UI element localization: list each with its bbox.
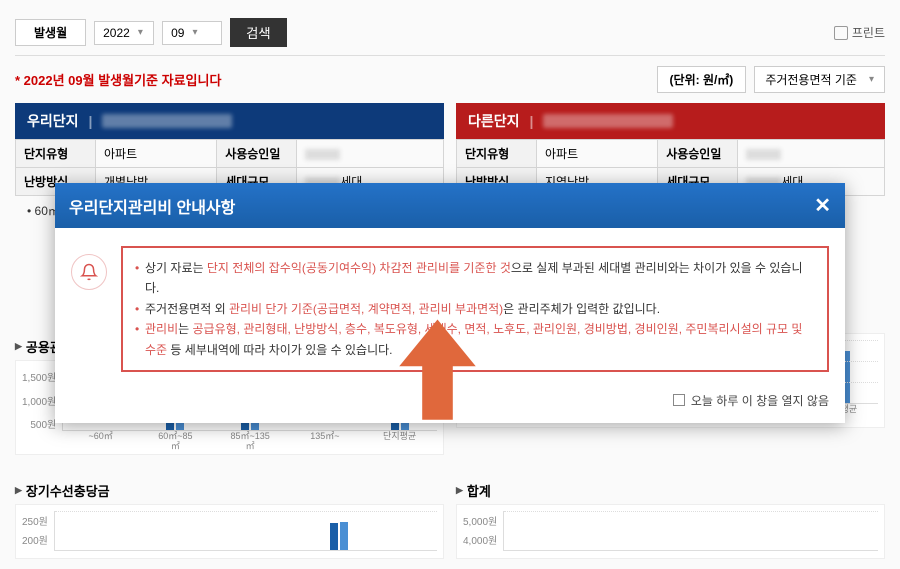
our-complex-title: 우리단지	[27, 111, 79, 131]
date-notice: * 2022년 09월 발생월기준 자료입니다	[15, 70, 221, 89]
type-label: 단지유형	[16, 140, 96, 168]
chevron-down-icon: ▾	[192, 27, 197, 38]
print-icon	[834, 26, 848, 40]
notice-item-1: 상기 자료는 단지 전체의 잡수익(공동기여수익) 차감전 관리비를 기준한 것…	[135, 258, 815, 299]
year-select[interactable]: 2022 ▾	[94, 21, 154, 45]
modal-title: 우리단지관리비 안내사항	[69, 194, 235, 218]
close-icon[interactable]: ✕	[814, 193, 831, 218]
notice-item-2: 주거전용면적 외 관리비 단가 기준(공급면적, 계약면적, 관리비 부과면적)…	[135, 299, 815, 319]
bell-icon	[71, 254, 107, 290]
unit-label: (단위: 원/㎡)	[657, 66, 747, 93]
blurred-complex-name	[102, 114, 232, 128]
chart-total: 5,000원 4,000원	[456, 504, 885, 559]
type-value: 아파트	[96, 140, 217, 168]
chevron-down-icon: ▾	[869, 74, 874, 85]
month-select[interactable]: 09 ▾	[162, 21, 222, 45]
other-complex-header: 다른단지 |	[456, 103, 885, 139]
month-value: 09	[171, 26, 184, 40]
filter-bar: 발생월 2022 ▾ 09 ▾ 검색 프린트	[15, 10, 885, 56]
chart-title-reserve: 장기수선충당금	[15, 477, 444, 504]
search-button[interactable]: 검색	[230, 18, 287, 47]
print-button[interactable]: 프린트	[834, 24, 885, 41]
our-complex-header: 우리단지 |	[15, 103, 444, 139]
pointer-arrow-icon	[395, 318, 480, 426]
chart-reserve: 250원 200원	[15, 504, 444, 559]
approval-value	[297, 140, 444, 168]
print-label: 프린트	[852, 24, 885, 41]
chevron-down-icon: ▾	[138, 27, 143, 38]
dont-show-label: 오늘 하루 이 창을 열지 않음	[691, 392, 829, 409]
blurred-complex-name	[543, 114, 673, 128]
unit-select-value: 주거전용면적 기준	[765, 71, 857, 88]
unit-select[interactable]: 주거전용면적 기준 ▾	[754, 66, 885, 93]
other-complex-title: 다른단지	[468, 111, 520, 131]
approval-label: 사용승인일	[217, 140, 297, 168]
chart-title-total: 합계	[456, 477, 885, 504]
year-value: 2022	[103, 26, 130, 40]
filter-label: 발생월	[15, 19, 86, 46]
modal-header: 우리단지관리비 안내사항 ✕	[55, 183, 845, 228]
dont-show-checkbox[interactable]	[673, 394, 685, 406]
